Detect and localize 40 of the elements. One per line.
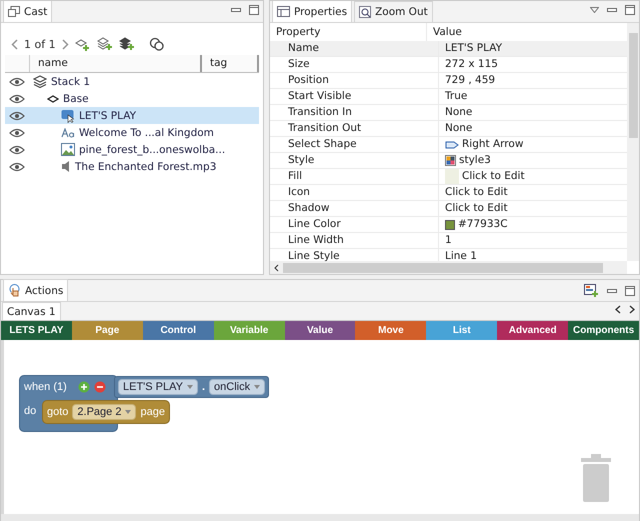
layer-name: LET'S PLAY <box>79 110 136 122</box>
property-name: Start Visible <box>288 89 352 104</box>
layer-name: Base <box>63 92 89 104</box>
layer-name: The Enchanted Forest.mp3 <box>75 160 216 172</box>
property-value: Right Arrow <box>462 137 524 152</box>
property-name: Size <box>288 57 310 72</box>
property-value: 729 , 459 <box>445 73 496 88</box>
property-name: Line Color <box>288 217 341 232</box>
property-value: style3 <box>459 153 491 168</box>
property-name: Transition In <box>288 105 352 120</box>
property-name: Name <box>288 41 319 56</box>
property-name: Fill <box>288 169 302 184</box>
property-value: 1 <box>445 233 452 248</box>
layer-name: Stack 1 <box>51 76 90 88</box>
block-label: when (1) <box>24 381 67 393</box>
property-name: Line Width <box>288 233 344 248</box>
property-value: True <box>445 89 468 104</box>
property-name: Icon <box>288 185 310 200</box>
property-value: Line 1 <box>445 249 477 261</box>
block-label: page <box>140 406 165 418</box>
layer-name: pine_forest_b...oneswolba... <box>79 144 226 156</box>
property-name: Style <box>288 153 314 168</box>
property-value: Click to Edit <box>445 185 508 200</box>
property-name: Line Style <box>288 249 340 261</box>
block-label: goto <box>47 406 68 418</box>
property-name: Shadow <box>288 201 330 216</box>
block-label: do <box>24 405 36 417</box>
property-value: Click to Edit <box>462 169 525 184</box>
property-name: Transition Out <box>288 121 362 136</box>
block-label: . <box>202 381 206 393</box>
property-value: None <box>445 121 472 136</box>
page-counter: 1 of 1 <box>24 38 56 50</box>
property-value: 272 x 115 <box>445 57 498 72</box>
property-value: Click to Edit <box>445 201 508 216</box>
property-value: #77933C <box>458 217 508 232</box>
layer-name: Welcome To ...al Kingdom <box>79 126 214 138</box>
property-name: Select Shape <box>288 137 357 152</box>
property-value: None <box>445 105 472 120</box>
property-value: LET'S PLAY <box>445 41 502 56</box>
property-name: Position <box>288 73 329 88</box>
